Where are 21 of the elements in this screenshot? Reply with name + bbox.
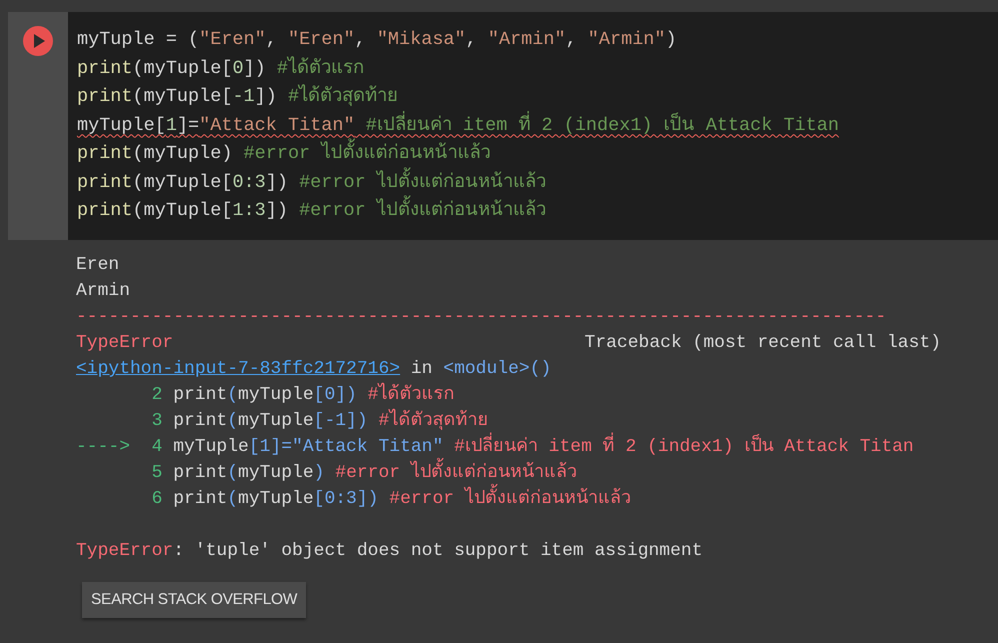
traceback-heading: Traceback (most recent call last) (584, 332, 941, 355)
run-button[interactable] (23, 26, 53, 56)
traceback-line: 6 print(myTuple[0:3]) #error ไปตั้งแต่ก่อนหน้าแล้ว (76, 486, 631, 512)
code-line: print(myTuple[0]) #ได้ตัวแรก (77, 55, 364, 80)
output-line: Eren (76, 254, 120, 277)
output-line: TypeError: 'tuple' object does not support item assignment (76, 540, 703, 563)
code-line: print(myTuple[-1]) #ได้ตัวสุดท้าย (77, 83, 398, 109)
code-line: print(myTuple[1:3]) #error ไปตั้งแต่ก่อนหน้าแล้ว (77, 197, 546, 226)
code-line: print(myTuple[0:3]) #error ไปตั้งแต่ก่อนหน้าแล้ว (77, 168, 546, 197)
output-line: --------------------------------------------------------------------------- (76, 306, 886, 329)
code-line: myTuple[1]="Attack Titan" #เปลี่ยนค่า item ที่ 2 (index1) เป็น Attack Titan (77, 112, 839, 140)
search-stack-overflow-button[interactable]: SEARCH STACK OVERFLOW (82, 582, 306, 618)
traceback-line: 3 print(myTuple[-1]) #ได้ตัวสุดท้าย (76, 408, 488, 434)
file-link[interactable]: <ipython-input-7-83ffc2172716> (76, 359, 400, 379)
output-line: Armin (76, 280, 130, 303)
code-line: myTuple = ("Eren", "Eren", "Mikasa", "Armin", "Armin") (77, 28, 677, 52)
code-editor[interactable] (68, 12, 998, 240)
traceback-line: 2 print(myTuple[0]) #ได้ตัวแรก (76, 382, 454, 408)
module-location: in <module>() (410, 359, 552, 379)
error-type: TypeError (76, 332, 174, 355)
code-line: print(myTuple) #error ไปตั้งแต่ก่อนหน้าแล้ว (77, 140, 490, 168)
